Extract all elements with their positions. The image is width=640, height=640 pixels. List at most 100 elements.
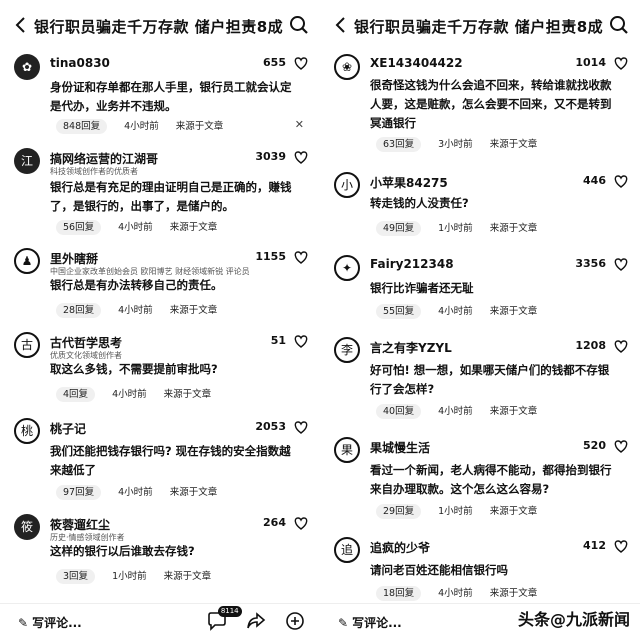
like-count: 51 <box>270 334 286 347</box>
comment-source[interactable]: 来源于文章 <box>490 139 538 150</box>
bottom-bar: ✎ 写评论... 8114 <box>0 603 320 640</box>
comment-text: 银行总是有充足的理由证明自己是正确的，赚钱了，是银行的，出事了，是储户的。 <box>50 180 292 213</box>
avatar[interactable]: ✿ <box>14 54 40 80</box>
like-icon[interactable] <box>612 54 630 72</box>
replies-button[interactable]: 55回复 <box>376 304 422 319</box>
like-count: 2053 <box>255 420 286 433</box>
comment-username[interactable]: 追疯的少爷 <box>370 539 430 556</box>
write-comment-input[interactable]: ✎ 写评论... <box>338 614 402 631</box>
comment-source[interactable]: 来源于文章 <box>164 571 212 582</box>
write-comment-input[interactable]: ✎ 写评论... <box>18 614 82 631</box>
comment-time: 4小时前 <box>118 487 153 498</box>
comment-time: 1小时前 <box>112 571 147 582</box>
add-icon[interactable] <box>284 610 306 632</box>
comment-source[interactable]: 来源于文章 <box>176 121 224 132</box>
replies-button[interactable]: 29回复 <box>376 504 422 519</box>
comment-text: 转走钱的人没责任? <box>370 196 469 210</box>
comment-username[interactable]: 筱蓉遛红尘 <box>50 516 110 533</box>
replies-button[interactable]: 49回复 <box>376 221 422 236</box>
comment-text: 取这么多钱，不需要提前审批吗? <box>50 362 218 376</box>
comment-source[interactable]: 来源于文章 <box>490 588 538 599</box>
comment-meta: 29回复 1小时前 来源于文章 <box>376 503 551 519</box>
avatar[interactable]: 李 <box>334 337 360 363</box>
pen-icon: ✎ <box>338 616 349 630</box>
like-count: 1014 <box>575 56 606 69</box>
comment-text: 身份证和存单都在那人手里，银行员工就会认定是代办，业务并不违规。 <box>50 80 292 113</box>
comment-username[interactable]: 桃子记 <box>50 420 86 437</box>
comment-username[interactable]: 小苹果84275 <box>370 174 448 191</box>
like-icon[interactable] <box>612 172 630 190</box>
replies-button[interactable]: 18回复 <box>376 586 422 601</box>
back-icon[interactable] <box>330 14 352 36</box>
comment-source[interactable]: 来源于文章 <box>170 487 218 498</box>
comment-username[interactable]: 果城慢生活 <box>370 439 430 456</box>
comment-source[interactable]: 来源于文章 <box>490 223 538 234</box>
comment-item: 桃 桃子记 2053 我们还能把钱存银行吗? 现在存钱的安全指数越来越低了 97… <box>0 418 320 502</box>
comment-item: ♟ 里外瞎掰 中国企业家改革创始会员 欧阳博艺 财经领域新锐 评论员 1155 … <box>0 248 320 324</box>
replies-button[interactable]: 4回复 <box>56 387 96 402</box>
like-icon[interactable] <box>292 54 310 72</box>
replies-button[interactable]: 3回复 <box>56 569 96 584</box>
comment-username[interactable]: 里外瞎掰 <box>50 250 98 267</box>
comment-text: 好可怕! 想一想，如果哪天储户们的钱都不存银行了会怎样? <box>370 363 610 396</box>
like-icon[interactable] <box>612 437 630 455</box>
like-count: 412 <box>583 539 606 552</box>
write-comment-label: 写评论... <box>32 616 82 630</box>
comment-source[interactable]: 来源于文章 <box>490 506 538 517</box>
like-count: 1155 <box>255 250 286 263</box>
avatar[interactable]: ✦ <box>334 255 360 281</box>
comment-source[interactable]: 来源于文章 <box>490 306 538 317</box>
comment-username[interactable]: tina0830 <box>50 56 110 70</box>
replies-button[interactable]: 63回复 <box>376 137 422 152</box>
comment-meta: 4回复 4小时前 来源于文章 <box>56 386 225 402</box>
avatar[interactable]: 筱 <box>14 514 40 540</box>
replies-button[interactable]: 97回复 <box>56 485 102 500</box>
avatar[interactable]: 小 <box>334 172 360 198</box>
comment-username[interactable]: 搞网络运营的江湖哥 <box>50 150 158 167</box>
like-icon[interactable] <box>292 148 310 166</box>
comment-source[interactable]: 来源于文章 <box>170 305 218 316</box>
comment-source[interactable]: 来源于文章 <box>164 389 212 400</box>
close-icon[interactable]: ✕ <box>295 118 304 131</box>
like-icon[interactable] <box>292 332 310 350</box>
search-icon[interactable] <box>608 14 630 36</box>
comment-username[interactable]: Fairy212348 <box>370 257 454 271</box>
comment-username[interactable]: XE143404422 <box>370 56 463 70</box>
replies-button[interactable]: 848回复 <box>56 119 108 134</box>
like-icon[interactable] <box>292 418 310 436</box>
comment-source[interactable]: 来源于文章 <box>170 222 218 233</box>
page-title: 银行职员骗走千万存款 储户担责8成 <box>354 18 604 36</box>
comment-username[interactable]: 古代哲学思考 <box>50 334 122 351</box>
comment-username[interactable]: 言之有李YZYL <box>370 339 452 356</box>
pen-icon: ✎ <box>18 616 29 630</box>
replies-button[interactable]: 28回复 <box>56 303 102 318</box>
avatar[interactable]: 果 <box>334 437 360 463</box>
comment-time: 4小时前 <box>438 406 473 417</box>
avatar[interactable]: 古 <box>14 332 40 358</box>
comments-panel-left: 银行职员骗走千万存款 储户担责8成 ✿ tina0830 655 身份证和存单都… <box>0 0 320 640</box>
back-icon[interactable] <box>10 14 32 36</box>
comment-meta: 3回复 1小时前 来源于文章 <box>56 568 225 584</box>
comment-source[interactable]: 来源于文章 <box>490 406 538 417</box>
share-icon[interactable] <box>245 610 267 632</box>
avatar[interactable]: ♟ <box>14 248 40 274</box>
avatar[interactable]: 江 <box>14 148 40 174</box>
like-icon[interactable] <box>612 337 630 355</box>
like-count: 3039 <box>255 150 286 163</box>
comment-item: ✦ Fairy212348 3356 银行比诈骗者还无耻 55回复 4小时前 来… <box>320 255 640 325</box>
comment-text: 很奇怪这钱为什么会追不回来，转给谁就找收款人要，这是赃款，怎么会要不回来，又不是… <box>370 78 612 130</box>
avatar[interactable]: 追 <box>334 537 360 563</box>
like-icon[interactable] <box>292 514 310 532</box>
avatar[interactable]: ❀ <box>334 54 360 80</box>
replies-button[interactable]: 40回复 <box>376 404 422 419</box>
comment-meta: 848回复 4小时前 来源于文章 <box>56 118 237 134</box>
like-icon[interactable] <box>612 537 630 555</box>
top-bar: 银行职员骗走千万存款 储户担责8成 <box>320 0 640 52</box>
comment-icon[interactable]: 8114 <box>206 606 242 632</box>
like-icon[interactable] <box>612 255 630 273</box>
like-icon[interactable] <box>292 248 310 266</box>
replies-button[interactable]: 56回复 <box>56 220 102 235</box>
avatar[interactable]: 桃 <box>14 418 40 444</box>
like-count: 3356 <box>575 257 606 270</box>
search-icon[interactable] <box>288 14 310 36</box>
